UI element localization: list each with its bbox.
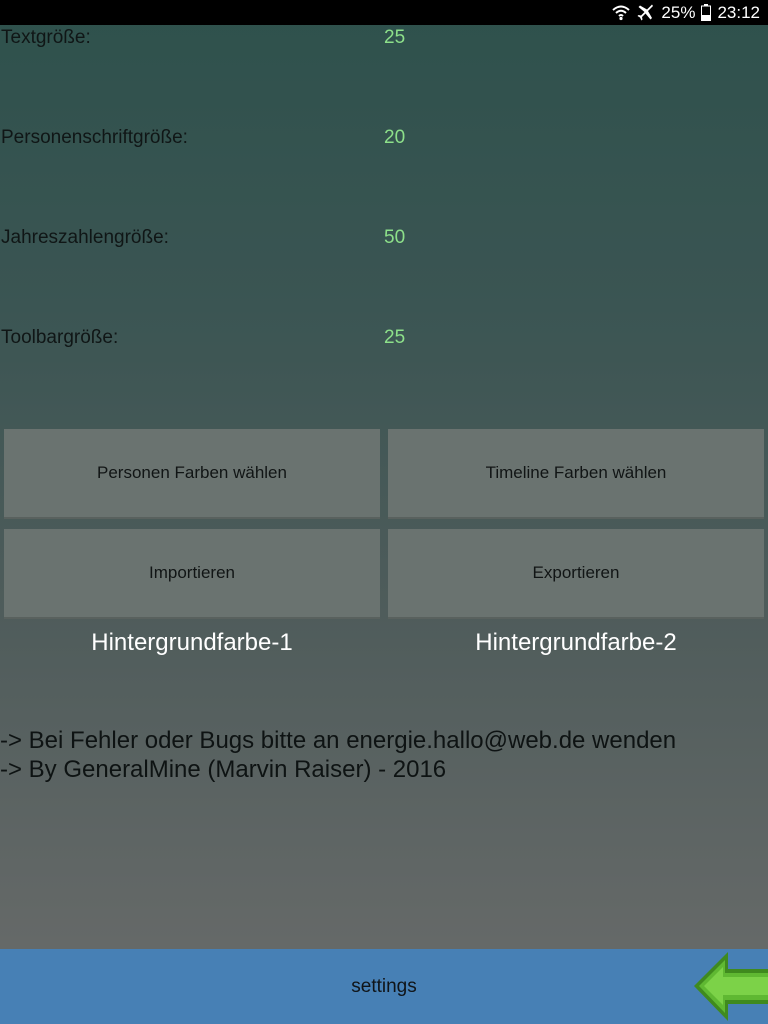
setting-value[interactable]: 50 <box>384 227 405 249</box>
airplane-icon <box>637 4 655 22</box>
setting-value[interactable]: 20 <box>384 127 405 149</box>
wifi-icon <box>611 4 631 22</box>
setting-label: Toolbargröße: <box>1 327 119 348</box>
setting-label: Jahreszahlengröße: <box>1 227 169 248</box>
status-bar: 25% 23:12 <box>0 0 768 25</box>
status-time: 23:12 <box>717 2 760 22</box>
background-color-2-label[interactable]: Hintergrundfarbe-2 <box>388 629 764 657</box>
setting-label: Textgröße: <box>1 27 91 48</box>
timeline-colors-button[interactable]: Timeline Farben wählen <box>388 429 764 519</box>
setting-label: Personenschriftgröße: <box>1 127 188 148</box>
battery-percent: 25% <box>661 2 696 22</box>
bottom-toolbar: settings <box>0 949 768 1024</box>
battery-icon <box>701 4 712 21</box>
setting-value[interactable]: 25 <box>384 27 405 49</box>
toolbar-title: settings <box>351 976 417 997</box>
background-color-1-label[interactable]: Hintergrundfarbe-1 <box>4 629 380 657</box>
bug-report-info: -> Bei Fehler oder Bugs bitte an energie… <box>0 727 677 754</box>
author-credit: -> By GeneralMine (Marvin Raiser) - 2016 <box>0 756 447 783</box>
status-icons: 25% 23:12 <box>611 2 760 23</box>
import-button[interactable]: Importieren <box>4 529 380 619</box>
person-colors-button[interactable]: Personen Farben wählen <box>4 429 380 519</box>
setting-value[interactable]: 25 <box>384 327 405 349</box>
export-button[interactable]: Exportieren <box>388 529 764 619</box>
back-arrow-icon[interactable] <box>692 949 768 1024</box>
